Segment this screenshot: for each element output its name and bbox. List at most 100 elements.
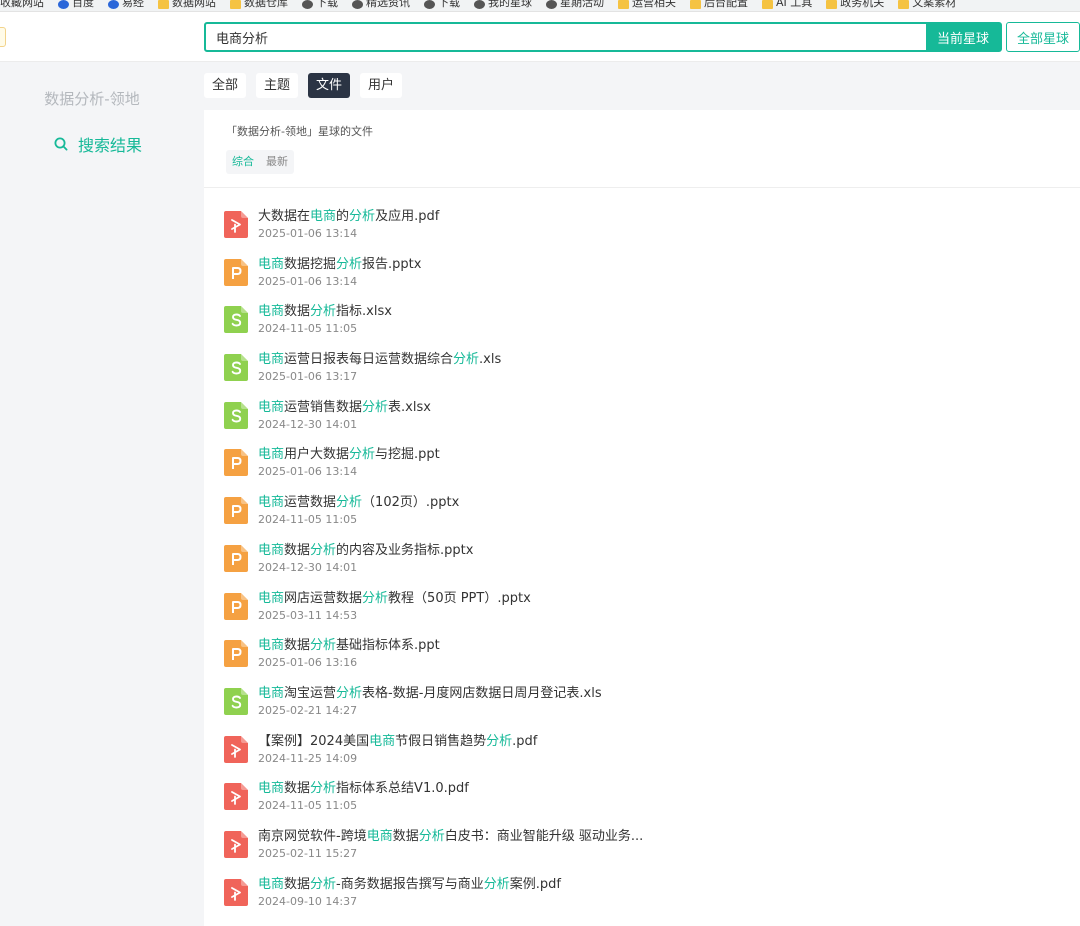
file-name[interactable]: 电商运营日报表每日运营数据综合分析.xls bbox=[258, 351, 501, 369]
keyword-highlight: 电商 bbox=[258, 876, 285, 892]
keyword-highlight: 电商 bbox=[310, 209, 337, 224]
sidebar-item-search-results[interactable]: 搜索结果 bbox=[54, 132, 142, 156]
file-name[interactable]: 电商网店运营数据分析教程（50页 PPT）.pptx bbox=[258, 590, 531, 608]
globe-icon bbox=[352, 0, 363, 9]
file-name-part: 数据挖掘 bbox=[284, 256, 337, 272]
search-input[interactable] bbox=[206, 24, 926, 50]
pdf-file-icon bbox=[224, 878, 248, 906]
bookmark-label: 数据仓库 bbox=[244, 0, 288, 9]
bookmark-item[interactable]: 后台配置 bbox=[690, 0, 748, 9]
file-item[interactable]: 电商运营销售数据分析表.xlsx 2024-12-30 14:01 bbox=[224, 399, 1064, 447]
tab-topics[interactable]: 主题 bbox=[256, 73, 299, 98]
file-list: 大数据在电商的分析及应用.pdf 2025-01-06 13:14 电商数据挖掘分析… bbox=[224, 208, 1064, 923]
xls-file-icon bbox=[224, 354, 248, 382]
file-item[interactable]: 南京网觉软件-跨境电商数据分析白皮书：商业智能升级 驱动业务... 2025-02… bbox=[224, 828, 1064, 876]
xls-file-icon bbox=[224, 401, 248, 429]
bookmark-item[interactable]: 下载 bbox=[424, 0, 460, 9]
file-item[interactable]: 电商运营数据分析（102页）.pptx 2024-11-05 11:05 bbox=[224, 494, 1064, 542]
bookmark-item[interactable]: 运营相关 bbox=[618, 0, 676, 9]
ppt-file-icon bbox=[224, 449, 248, 477]
file-name[interactable]: 电商数据分析指标体系总结V1.0.pdf bbox=[258, 780, 469, 798]
file-text: 电商数据挖掘分析报告.pptx 2025-01-06 13:14 bbox=[258, 256, 421, 289]
sort-tab-latest[interactable]: 最新 bbox=[260, 150, 294, 174]
file-name[interactable]: 电商淘宝运营分析表格-数据-月度网店数据日周月登记表.xls bbox=[258, 685, 602, 703]
file-timestamp: 2025-01-06 13:14 bbox=[258, 227, 358, 240]
bookmark-label: 百度 bbox=[72, 0, 94, 9]
xls-file-icon bbox=[224, 687, 248, 715]
file-name-part: 白皮书：商业智能升级 驱动业务... bbox=[444, 828, 644, 844]
bookmark-item[interactable]: 星期活动 bbox=[546, 0, 604, 9]
file-item[interactable]: 电商数据挖掘分析报告.pptx 2025-01-06 13:14 bbox=[224, 256, 1064, 304]
tab-users[interactable]: 用户 bbox=[360, 73, 403, 98]
search-box: 当前星球 bbox=[204, 22, 1002, 52]
bookmark-item[interactable]: AI 工具 bbox=[762, 0, 812, 9]
bookmark-item[interactable]: 精选资讯 bbox=[352, 0, 410, 9]
sort-tabs: 综合 最新 bbox=[226, 150, 294, 174]
file-item[interactable]: 电商运营日报表每日运营数据综合分析.xls 2025-01-06 13:17 bbox=[224, 351, 1064, 399]
file-text: 电商运营销售数据分析表.xlsx 2024-12-30 14:01 bbox=[258, 399, 431, 432]
keyword-highlight: 分析 bbox=[483, 876, 510, 892]
divider bbox=[204, 187, 1080, 188]
ppt-file-icon bbox=[224, 544, 248, 572]
file-name[interactable]: 【案例】2024美国电商节假日销售趋势分析.pdf bbox=[258, 733, 537, 751]
file-item[interactable]: 电商数据分析指标体系总结V1.0.pdf 2024-11-05 11:05 bbox=[224, 780, 1064, 828]
bookmark-item[interactable]: 数据仓库 bbox=[230, 0, 288, 9]
file-name-part: 数据 bbox=[284, 304, 311, 320]
bookmark-label: 我的星球 bbox=[488, 0, 532, 9]
blue-globe-icon bbox=[108, 0, 119, 9]
file-item[interactable]: 电商数据分析的内容及业务指标.pptx 2024-12-30 14:01 bbox=[224, 542, 1064, 590]
bookmark-item[interactable]: 我的星球 bbox=[474, 0, 532, 9]
file-text: 电商数据分析指标.xlsx 2024-11-05 11:05 bbox=[258, 303, 392, 336]
file-name-part: 【案例】2024美国 bbox=[258, 733, 370, 749]
file-item[interactable]: 电商用户大数据分析与挖掘.ppt 2025-01-06 13:14 bbox=[224, 446, 1064, 494]
file-name[interactable]: 电商数据分析的内容及业务指标.pptx bbox=[258, 542, 473, 560]
file-name[interactable]: 南京网觉软件-跨境电商数据分析白皮书：商业智能升级 驱动业务... bbox=[258, 828, 643, 846]
file-item[interactable]: 大数据在电商的分析及应用.pdf 2025-01-06 13:14 bbox=[224, 208, 1064, 256]
search-all-planets-button[interactable]: 全部星球 bbox=[1006, 22, 1080, 52]
sort-tab-relevance[interactable]: 综合 bbox=[226, 150, 260, 174]
file-name[interactable]: 电商数据挖掘分析报告.pptx bbox=[258, 256, 421, 274]
file-timestamp: 2024-11-05 11:05 bbox=[258, 799, 358, 813]
keyword-highlight: 分析 bbox=[310, 781, 337, 797]
file-item[interactable]: 电商淘宝运营分析表格-数据-月度网店数据日周月登记表.xls 2025-02-21… bbox=[224, 685, 1064, 733]
file-item[interactable]: 【案例】2024美国电商节假日销售趋势分析.pdf 2024-11-25 14:0… bbox=[224, 733, 1064, 781]
file-name-part: 表.xlsx bbox=[388, 399, 431, 415]
bookmark-item[interactable]: 数据网站 bbox=[158, 0, 216, 9]
tab-all[interactable]: 全部 bbox=[204, 73, 247, 98]
file-name-part: .xls bbox=[479, 352, 502, 368]
tab-files[interactable]: 文件 bbox=[308, 73, 351, 98]
file-name[interactable]: 电商运营销售数据分析表.xlsx bbox=[258, 399, 431, 417]
file-text: 电商用户大数据分析与挖掘.ppt 2025-01-06 13:14 bbox=[258, 446, 440, 479]
search-current-planet-button[interactable]: 当前星球 bbox=[926, 24, 1000, 50]
file-item[interactable]: 电商数据分析指标.xlsx 2024-11-05 11:05 bbox=[224, 303, 1064, 351]
bookmark-item[interactable]: 收藏网站 bbox=[0, 0, 44, 8]
file-text: 【案例】2024美国电商节假日销售趋势分析.pdf 2024-11-25 14:0… bbox=[258, 733, 537, 766]
file-item[interactable]: 电商数据分析基础指标体系.ppt 2025-01-06 13:16 bbox=[224, 637, 1064, 685]
nav-stub[interactable] bbox=[0, 27, 6, 47]
bookmark-item[interactable]: 文案素材 bbox=[898, 0, 956, 9]
file-item[interactable]: 电商网店运营数据分析教程（50页 PPT）.pptx 2025-03-11 14:… bbox=[224, 590, 1064, 638]
keyword-highlight: 分析 bbox=[310, 876, 337, 892]
keyword-highlight: 分析 bbox=[336, 495, 363, 511]
file-name[interactable]: 大数据在电商的分析及应用.pdf bbox=[258, 208, 439, 226]
bookmark-label: 文案素材 bbox=[912, 0, 957, 9]
file-name[interactable]: 电商运营数据分析（102页）.pptx bbox=[258, 494, 459, 512]
bookmark-label: 下载 bbox=[438, 0, 460, 9]
file-item[interactable]: 电商数据分析-商务数据报告撰写与商业分析案例.pdf 2024-09-10 14:… bbox=[224, 876, 1064, 924]
ppt-file-icon bbox=[224, 640, 248, 668]
pdf-file-icon bbox=[224, 783, 248, 811]
file-name[interactable]: 电商数据分析基础指标体系.ppt bbox=[258, 637, 440, 655]
bookmark-item[interactable]: 政务机关 bbox=[826, 0, 884, 9]
file-name-part: -商务数据报告撰写与商业 bbox=[336, 876, 484, 892]
folder-icon bbox=[158, 0, 169, 9]
file-name-part: 表格-数据-月度网店数据日周月登记表.xls bbox=[362, 685, 602, 701]
file-name[interactable]: 电商数据分析-商务数据报告撰写与商业分析案例.pdf bbox=[258, 876, 561, 894]
bookmark-item[interactable]: 易经 bbox=[108, 0, 144, 9]
file-name[interactable]: 电商用户大数据分析与挖掘.ppt bbox=[258, 446, 440, 464]
file-name[interactable]: 电商数据分析指标.xlsx bbox=[258, 303, 392, 321]
keyword-highlight: 分析 bbox=[310, 638, 337, 654]
bookmark-item[interactable]: 下载 bbox=[302, 0, 338, 9]
bookmark-item[interactable]: 百度 bbox=[58, 0, 94, 9]
bookmark-label: 精选资讯 bbox=[366, 0, 410, 9]
file-name-part: 数据 bbox=[284, 876, 311, 892]
